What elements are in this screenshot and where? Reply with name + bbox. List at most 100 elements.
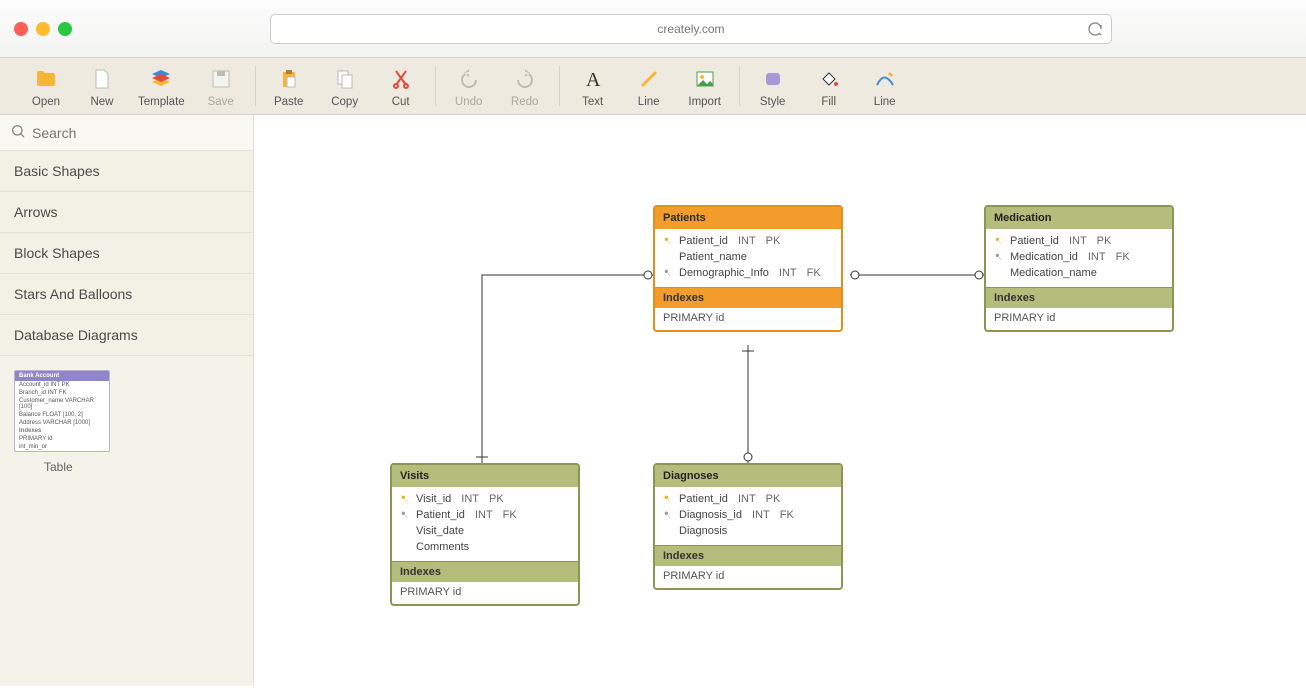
- redo-button[interactable]: Redo: [501, 64, 549, 110]
- entity-diagnoses[interactable]: DiagnosesPatient_idINTPKDiagnosis_idINTF…: [653, 463, 843, 590]
- entity-column[interactable]: Patient_idINTFK: [398, 507, 572, 523]
- entity-column[interactable]: Visit_idINTPK: [398, 491, 572, 507]
- undo-button[interactable]: Undo: [445, 64, 493, 110]
- toolbar-group-format: StyleFill Line: [739, 64, 919, 110]
- toolbar-button-label: Line: [874, 96, 896, 108]
- toolbar-button-label: Redo: [511, 96, 539, 108]
- search-icon: [10, 123, 26, 142]
- column-name: Medication_id: [1010, 251, 1078, 263]
- toolbar-group-file: Open New Template Save: [12, 64, 255, 110]
- sidebar-category[interactable]: Block Shapes: [0, 233, 253, 274]
- entity-column[interactable]: Medication_idINTFK: [992, 249, 1166, 265]
- entity-column[interactable]: Patient_idINTPK: [661, 233, 835, 249]
- entity-visits[interactable]: VisitsVisit_idINTPKPatient_idINTFKVisit_…: [390, 463, 580, 606]
- table-shape-thumb[interactable]: Bank Account Account_id INT PKBranch_id …: [14, 370, 110, 452]
- reload-icon[interactable]: [1087, 21, 1103, 37]
- sidebar-category[interactable]: Arrows: [0, 192, 253, 233]
- entity-patients[interactable]: Patients Patient_idINTPK Patient_name Demog…: [653, 205, 843, 332]
- primary-key-icon: [400, 494, 410, 504]
- stack-icon: [148, 66, 174, 92]
- foreign-key-icon: [994, 252, 1004, 262]
- column-kw: FK: [807, 267, 821, 279]
- template-button[interactable]: Template: [134, 64, 189, 110]
- column-name: Comments: [416, 541, 469, 553]
- paste-icon: [276, 66, 302, 92]
- entity-column[interactable]: Demographic_Info INT FK: [661, 265, 835, 281]
- cut-icon: [388, 66, 414, 92]
- toolbar-button-label: Save: [208, 96, 234, 108]
- toolbar-button-label: Template: [138, 96, 185, 108]
- fill-button[interactable]: Fill: [805, 64, 853, 110]
- sidebar-category[interactable]: Database Diagrams: [0, 315, 253, 356]
- column-kw: PK: [489, 493, 504, 505]
- foreign-key-icon: [663, 268, 673, 278]
- entity-column[interactable]: Patient_name: [661, 249, 835, 265]
- address-bar[interactable]: creately.com: [270, 14, 1112, 44]
- line-button[interactable]: Line: [625, 64, 673, 110]
- toolbar-button-label: New: [90, 96, 113, 108]
- entity-title: Diagnoses: [655, 465, 841, 487]
- entity-columns: Patient_idINTPKMedication_idINTFKMedicat…: [986, 229, 1172, 287]
- toolbar-button-label: Open: [32, 96, 60, 108]
- style-button[interactable]: Style: [749, 64, 797, 110]
- window-zoom-icon[interactable]: [58, 22, 72, 36]
- entity-title: Patients: [655, 207, 841, 229]
- column-kw: FK: [780, 509, 794, 521]
- entity-column[interactable]: Visit_date: [398, 523, 572, 539]
- toolbar-group-edit: Paste CopyCut: [255, 64, 435, 110]
- entity-column[interactable]: Patient_idINTPK: [661, 491, 835, 507]
- paste-button[interactable]: Paste: [265, 64, 313, 110]
- copy-button[interactable]: Copy: [321, 64, 369, 110]
- toolbar-button-label: Paste: [274, 96, 303, 108]
- text-button[interactable]: A Text: [569, 64, 617, 110]
- entity-medication[interactable]: MedicationPatient_idINTPKMedication_idIN…: [984, 205, 1174, 332]
- undo-icon: [456, 66, 482, 92]
- new-button[interactable]: New: [78, 64, 126, 110]
- column-kw: PK: [1097, 235, 1112, 247]
- search-input[interactable]: [32, 125, 243, 141]
- save-button[interactable]: Save: [197, 64, 245, 110]
- import-button[interactable]: Import: [681, 64, 729, 110]
- column-name: Visit_date: [416, 525, 464, 537]
- thumb-row: Customer_name VARCHAR [100]: [15, 397, 109, 411]
- image-icon: [692, 66, 718, 92]
- thumb-index-row: PRIMARY id: [15, 435, 109, 443]
- window-minimize-icon[interactable]: [36, 22, 50, 36]
- column-name: Patient_name: [679, 251, 747, 263]
- entity-index-row: PRIMARY id: [655, 566, 841, 588]
- file-icon: [89, 66, 115, 92]
- main-toolbar: Open New Template Save Paste CopyCut Undo Redo A…: [0, 58, 1306, 115]
- sidebar-category[interactable]: Basic Shapes: [0, 151, 253, 192]
- entity-columns: Visit_idINTPKPatient_idINTFKVisit_dateCo…: [392, 487, 578, 561]
- sidebar-category[interactable]: Stars And Balloons: [0, 274, 253, 315]
- column-name: Patient_id: [416, 509, 465, 521]
- text-icon: A: [580, 66, 606, 92]
- diagram-canvas[interactable]: PatientsPatient_idINTPKPatient_nameDemog…: [254, 115, 1306, 686]
- traffic-lights: [14, 22, 72, 36]
- column-type: INT: [752, 509, 770, 521]
- entity-columns: Patient_idINTPK Patient_name Demographic_I…: [655, 229, 841, 287]
- column-type: INT: [738, 493, 756, 505]
- entity-column[interactable]: Diagnosis_idINTFK: [661, 507, 835, 523]
- blank-key-icon: [400, 526, 410, 536]
- column-type: INT: [475, 509, 493, 521]
- shape-search[interactable]: [0, 115, 253, 151]
- toolbar-button-label: Text: [582, 96, 603, 108]
- foreign-key-icon: [400, 510, 410, 520]
- column-type: INT: [779, 267, 797, 279]
- thumb-row: Account_id INT PK: [15, 381, 109, 389]
- open-button[interactable]: Open: [22, 64, 70, 110]
- entity-columns: Patient_idINTPKDiagnosis_idINTFKDiagnosi…: [655, 487, 841, 545]
- line2-button[interactable]: Line: [861, 64, 909, 110]
- thumb-section: Indexes: [15, 427, 109, 435]
- entity-column[interactable]: Comments: [398, 539, 572, 555]
- column-name: Demographic_Info: [679, 267, 769, 279]
- entity-column[interactable]: Diagnosis: [661, 523, 835, 539]
- thumb-title: Bank Account: [15, 371, 109, 381]
- toolbar-group-history: Undo Redo: [435, 64, 559, 110]
- cut-button[interactable]: Cut: [377, 64, 425, 110]
- window-close-icon[interactable]: [14, 22, 28, 36]
- entity-column[interactable]: Patient_idINTPK: [992, 233, 1166, 249]
- toolbar-button-label: Import: [688, 96, 721, 108]
- entity-column[interactable]: Medication_name: [992, 265, 1166, 281]
